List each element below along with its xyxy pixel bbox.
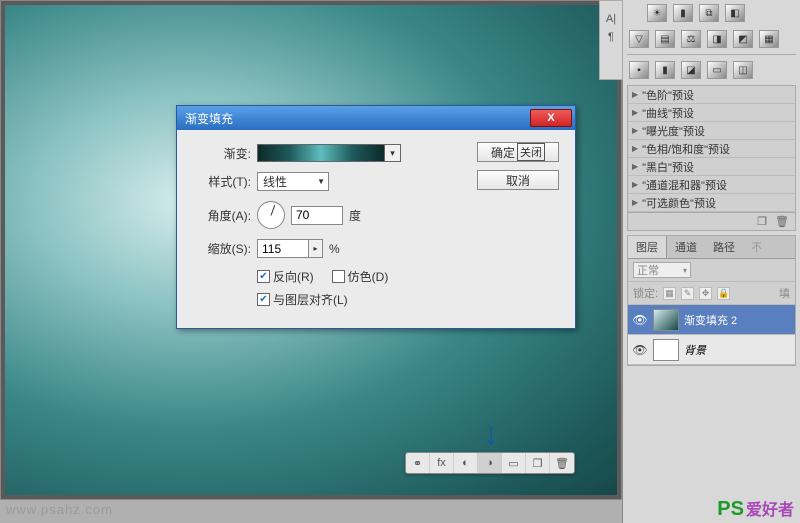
photo-filter-icon[interactable]: ◩ bbox=[733, 30, 753, 48]
selective-color-icon[interactable]: ◫ bbox=[733, 61, 753, 79]
dialog-button-column: 确定 关闭 取消 bbox=[477, 142, 563, 198]
preset-footer: ❐ 🗑 bbox=[628, 212, 795, 230]
preset-item-curves[interactable]: ▶"曲线"预设 bbox=[628, 104, 795, 122]
adjustment-icon[interactable]: ◑ bbox=[478, 453, 502, 473]
paragraph-panel-icon[interactable]: ¶ bbox=[600, 31, 622, 43]
preset-item-hue-sat[interactable]: ▶"色相/饱和度"预设 bbox=[628, 140, 795, 158]
style-label: 样式(T): bbox=[189, 173, 251, 190]
new-layer-icon[interactable]: ❐ bbox=[526, 453, 550, 473]
dialog-body: 确定 关闭 取消 渐变: ▾ 样式(T): 线性 ▼ 角度(A): 度 缩放(S… bbox=[177, 130, 575, 328]
posterize-icon[interactable]: ▮ bbox=[655, 61, 675, 79]
angle-unit: 度 bbox=[349, 207, 361, 224]
panel-tabs: 图层 通道 路径 不 bbox=[628, 236, 795, 259]
blend-mode-select[interactable]: 正常▾ bbox=[633, 262, 691, 278]
collapsed-panel-strip[interactable]: A| ¶ bbox=[599, 0, 623, 80]
color-balance-icon[interactable]: ⚖ bbox=[681, 30, 701, 48]
layer-style-toolbar: ⚭ fx ◐ ◑ ▭ ❐ 🗑 bbox=[405, 452, 575, 474]
preset-item-levels[interactable]: ▶"色阶"预设 bbox=[628, 86, 795, 104]
tab-paths[interactable]: 路径 bbox=[705, 236, 743, 258]
tab-layers[interactable]: 图层 bbox=[628, 236, 667, 258]
brightness-icon[interactable]: ☀ bbox=[647, 4, 667, 22]
preset-item-exposure[interactable]: ▶"曝光度"预设 bbox=[628, 122, 795, 140]
channel-mixer-icon[interactable]: ▦ bbox=[759, 30, 779, 48]
checkbox-icon bbox=[332, 270, 345, 283]
adjustment-icon-row-1: ☀ ▮ ⧉ ◧ bbox=[623, 0, 800, 26]
visibility-eye-icon[interactable]: 👁 bbox=[632, 342, 648, 358]
cancel-button[interactable]: 取消 bbox=[477, 170, 559, 190]
new-preset-icon[interactable]: ❐ bbox=[757, 215, 767, 228]
curves-icon[interactable]: ⧉ bbox=[699, 4, 719, 22]
layer-row-background[interactable]: 👁 背景 bbox=[628, 335, 795, 365]
layer-name: 背景 bbox=[684, 342, 706, 358]
style-select[interactable]: 线性 ▼ bbox=[257, 172, 329, 191]
watermark-logo: PS 爱好者 bbox=[717, 496, 794, 521]
scale-label: 缩放(S): bbox=[189, 240, 251, 257]
invert-icon[interactable]: ▪ bbox=[629, 61, 649, 79]
preset-item-bw[interactable]: ▶"黑白"预设 bbox=[628, 158, 795, 176]
hue-sat-icon[interactable]: ▤ bbox=[655, 30, 675, 48]
preset-item-channel-mixer[interactable]: ▶"通道混和器"预设 bbox=[628, 176, 795, 194]
gradient-map-icon[interactable]: ▭ bbox=[707, 61, 727, 79]
close-button[interactable]: X bbox=[530, 109, 572, 127]
dialog-title: 渐变填充 bbox=[185, 110, 530, 127]
fx-icon[interactable]: fx bbox=[430, 453, 454, 473]
dialog-titlebar[interactable]: 渐变填充 X bbox=[177, 106, 575, 130]
angle-label: 角度(A): bbox=[189, 207, 251, 224]
layer-thumbnail bbox=[653, 339, 679, 361]
scale-spinner[interactable]: ▸ bbox=[309, 239, 323, 258]
visibility-eye-icon[interactable]: 👁 bbox=[632, 312, 648, 328]
lock-label: 锁定: bbox=[633, 285, 658, 301]
vibrance-icon[interactable]: ▽ bbox=[629, 30, 649, 48]
gradient-swatch[interactable] bbox=[257, 144, 385, 162]
gradient-fill-dialog: 渐变填充 X 确定 关闭 取消 渐变: ▾ 样式(T): 线性 ▼ 角度(A): bbox=[176, 105, 576, 329]
lock-pixels-icon[interactable]: ▦ bbox=[663, 287, 676, 300]
reverse-checkbox[interactable]: ✔ 反向(R) bbox=[257, 268, 314, 285]
preset-item-selective-color[interactable]: ▶"可选颜色"预设 bbox=[628, 194, 795, 212]
lock-move-icon[interactable]: ✥ bbox=[699, 287, 712, 300]
levels-icon[interactable]: ▮ bbox=[673, 4, 693, 22]
trash-icon[interactable]: 🗑 bbox=[550, 453, 574, 473]
checkbox-checked-icon: ✔ bbox=[257, 293, 270, 306]
right-panel-area: A| ¶ ☀ ▮ ⧉ ◧ ▽ ▤ ⚖ ◨ ◩ ▦ ▪ ▮ ◪ ▭ ◫ ▶"色阶"… bbox=[622, 0, 800, 523]
fill-label: 填 bbox=[779, 285, 790, 301]
layers-panel: 图层 通道 路径 不 正常▾ 锁定: ▦ ✎ ✥ 🔒 填 👁 渐变填充 2 👁 … bbox=[627, 235, 796, 366]
bw-icon[interactable]: ◨ bbox=[707, 30, 727, 48]
adjustment-icon-row-2: ▽ ▤ ⚖ ◨ ◩ ▦ bbox=[623, 26, 800, 52]
tab-channels[interactable]: 通道 bbox=[667, 236, 705, 258]
angle-knob[interactable] bbox=[257, 201, 285, 229]
gradient-dropdown[interactable]: ▾ bbox=[385, 144, 401, 162]
scale-unit: % bbox=[329, 242, 340, 256]
scale-input[interactable] bbox=[257, 239, 309, 258]
adjustment-icon-row-3: ▪ ▮ ◪ ▭ ◫ bbox=[623, 57, 800, 83]
chevron-down-icon: ▼ bbox=[317, 177, 325, 186]
gradient-label: 渐变: bbox=[189, 145, 251, 162]
layer-row-gradient-fill[interactable]: 👁 渐变填充 2 bbox=[628, 305, 795, 335]
preset-list: ▶"色阶"预设 ▶"曲线"预设 ▶"曝光度"预设 ▶"色相/饱和度"预设 ▶"黑… bbox=[627, 85, 796, 231]
watermark-url: www.psahz.com bbox=[6, 502, 113, 517]
folder-icon[interactable]: ▭ bbox=[502, 453, 526, 473]
layer-name: 渐变填充 2 bbox=[684, 312, 737, 328]
checkbox-checked-icon: ✔ bbox=[257, 270, 270, 283]
threshold-icon[interactable]: ◪ bbox=[681, 61, 701, 79]
angle-input[interactable] bbox=[291, 206, 343, 225]
type-panel-icon[interactable]: A| bbox=[600, 13, 622, 25]
mask-icon[interactable]: ◐ bbox=[454, 453, 478, 473]
lock-brush-icon[interactable]: ✎ bbox=[681, 287, 694, 300]
link-icon[interactable]: ⚭ bbox=[406, 453, 430, 473]
ok-button[interactable]: 确定 关闭 bbox=[477, 142, 559, 162]
exposure-icon[interactable]: ◧ bbox=[725, 4, 745, 22]
lock-all-icon[interactable]: 🔒 bbox=[717, 287, 730, 300]
tab-extra[interactable]: 不 bbox=[743, 236, 770, 258]
align-checkbox[interactable]: ✔ 与图层对齐(L) bbox=[257, 291, 348, 308]
dither-checkbox[interactable]: 仿色(D) bbox=[332, 268, 389, 285]
layer-thumbnail bbox=[653, 309, 679, 331]
delete-preset-icon[interactable]: 🗑 bbox=[775, 215, 789, 228]
